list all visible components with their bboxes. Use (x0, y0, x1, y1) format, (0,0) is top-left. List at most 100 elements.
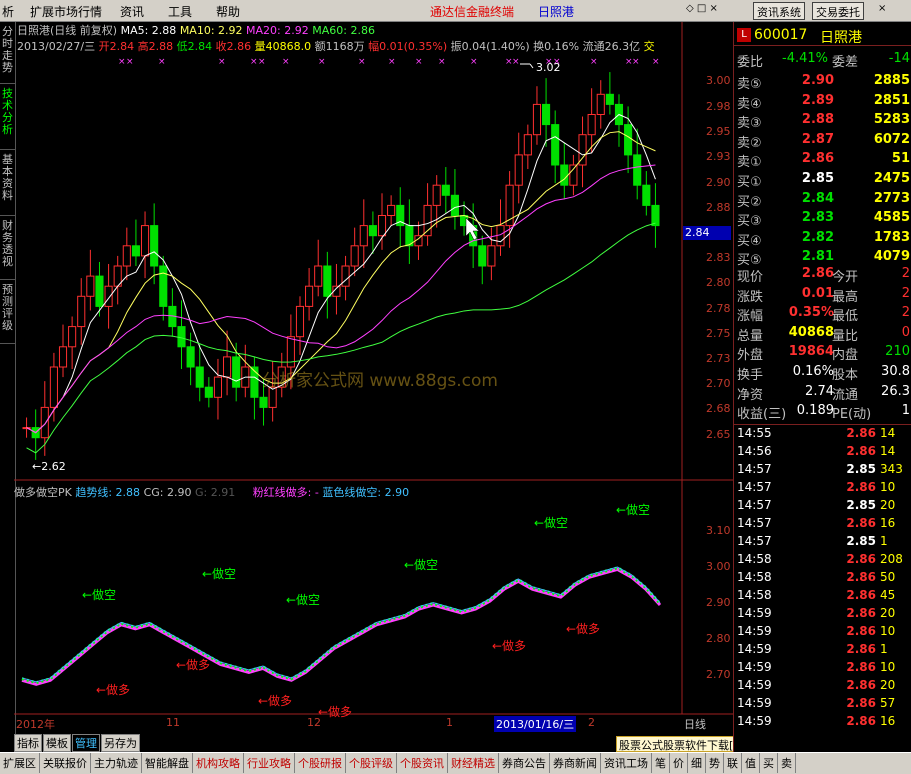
candle-body (441, 184, 450, 196)
marker-x: × (632, 57, 640, 67)
tab-manage[interactable]: 管理 (72, 734, 100, 752)
status-tab[interactable]: 值 (742, 753, 760, 773)
low-annotation: ←2.62 (32, 460, 66, 473)
candle-body (387, 204, 396, 216)
indicator-g: G: 2.91 (194, 486, 236, 499)
marker-x: × (258, 57, 266, 67)
quote-stat-row: 换手 0.16% 股本 30.8 (737, 364, 910, 383)
candle-body (104, 285, 113, 307)
marker-x: × (415, 57, 423, 67)
marker-x: × (470, 57, 478, 67)
weibi-row: 委比 -4.41% 委差 -14 (737, 51, 910, 70)
buy-level[interactable]: 买③ 2.83 4585 (734, 210, 911, 229)
status-tab[interactable]: 价 (670, 753, 688, 773)
buy-level[interactable]: 买④ 2.82 1783 (734, 230, 911, 249)
label-short: ←做空 (202, 566, 236, 581)
candle-body (58, 346, 68, 368)
sell-level[interactable]: 卖① 2.86 51 (734, 151, 911, 170)
current-price-tag: 2.84 (683, 226, 731, 240)
candle-body (40, 406, 49, 439)
candle-body (514, 154, 523, 186)
candle-body (232, 356, 241, 388)
status-tab[interactable]: 关联报价 (40, 753, 91, 773)
quote-code: 600017 (754, 27, 808, 43)
status-tab[interactable]: 个股评级 (346, 753, 397, 773)
candle-body (305, 285, 314, 307)
xaxis-cursor-date: 2013/01/16/三 (494, 716, 577, 732)
tick-row: 14:59 2.86 1 (737, 642, 888, 656)
tab-template[interactable]: 模板 (43, 734, 71, 752)
candle-body (131, 245, 140, 257)
candle-body (177, 326, 186, 348)
status-tab[interactable]: 主力轨迹 (91, 753, 142, 773)
status-tab[interactable]: 财经精选 (448, 753, 499, 773)
info-high: 高2.88 (137, 40, 174, 53)
candle-body (204, 386, 213, 398)
tick-row: 14:59 2.86 16 (737, 714, 896, 728)
level-icon: L (737, 28, 751, 42)
chart-title-row: 日照港(日线 前复权) MA5: 2.88 MA10: 2.92 MA20: 2… (17, 22, 375, 38)
candle-body (651, 204, 660, 227)
candle-body (368, 225, 377, 237)
price-axis-label: 2.90 (706, 176, 731, 189)
close-icon[interactable]: × (878, 3, 886, 14)
status-tab[interactable]: 卖 (778, 753, 796, 773)
candle-body (487, 245, 496, 267)
status-tab[interactable]: 行业攻略 (244, 753, 295, 773)
candle-body (341, 265, 350, 287)
price-axis-label: 2.75 (706, 327, 731, 340)
label-long: ←做多 (492, 638, 526, 653)
buy-level[interactable]: 买① 2.85 2475 (734, 171, 911, 190)
candle-body (122, 245, 131, 267)
status-tab[interactable]: 个股研报 (295, 753, 346, 773)
quote-stat-row: 外盘 19864 内盘 210 (737, 344, 910, 363)
status-tab[interactable]: 机构攻略 (193, 753, 244, 773)
price-axis-label: 2.65 (706, 428, 731, 441)
info-system-button[interactable]: 资讯系统 (753, 2, 805, 20)
quote-stat-row: 净资 2.74 流通 26.3 (737, 383, 910, 403)
tab-indicator[interactable]: 指标 (14, 734, 42, 752)
indicator-pink: 粉红线做多: (252, 486, 312, 499)
high-label: 3.02 (536, 61, 561, 74)
label-short: ←做空 (616, 502, 650, 517)
status-tab[interactable]: 券商新闻 (550, 753, 601, 773)
info-volume: 量40868.0 (254, 40, 312, 53)
info-low: 低2.84 (176, 40, 213, 53)
tab-save-as[interactable]: 另存为 (101, 734, 140, 752)
status-tab[interactable]: 扩展区 (0, 753, 40, 773)
candle-body (450, 194, 459, 217)
label-short: ←做空 (404, 557, 438, 572)
candle-body (223, 356, 232, 378)
candle-body (314, 265, 323, 287)
label-short: ←做空 (286, 592, 320, 607)
sell-level[interactable]: 卖③ 2.88 5283 (734, 112, 911, 131)
indicator-axis-label: 2.80 (706, 632, 731, 645)
date-axis: 2012年 11 12 1 2013/01/16/三 2 日线 (14, 716, 734, 732)
watermark: 分析家公式网 www.88gs.com (262, 371, 498, 391)
status-tab[interactable]: 资讯工场 (601, 753, 652, 773)
tick-row: 14:58 2.86 50 (737, 570, 896, 584)
status-tab[interactable]: 券商公告 (499, 753, 550, 773)
trade-order-button[interactable]: 交易委托 (812, 2, 864, 20)
sell-level[interactable]: 卖② 2.87 6072 (734, 132, 911, 151)
candle-body (523, 134, 532, 156)
sell-level[interactable]: 卖④ 2.89 2851 (734, 93, 911, 112)
status-tab[interactable]: 细 (688, 753, 706, 773)
status-tab[interactable]: 联 (724, 753, 742, 773)
indicator-axis-label: 3.10 (706, 524, 731, 537)
status-tab[interactable]: 买 (760, 753, 778, 773)
info-date: 2013/02/27/三 (17, 40, 96, 53)
buy-level[interactable]: 买② 2.84 2773 (734, 191, 911, 210)
tick-row: 14:55 2.86 14 (737, 426, 896, 440)
status-tab[interactable]: 个股资讯 (397, 753, 448, 773)
indicator-axis-label: 2.70 (706, 668, 731, 681)
status-tab[interactable]: 势 (706, 753, 724, 773)
status-tab[interactable]: 笔 (652, 753, 670, 773)
marker-x: × (358, 57, 366, 67)
status-tab[interactable]: 智能解盘 (142, 753, 193, 773)
candle-body (542, 103, 551, 126)
sell-level[interactable]: 卖⑤ 2.90 2885 (734, 73, 911, 92)
tick-row: 14:59 2.86 10 (737, 624, 896, 638)
label-short: ←做空 (534, 515, 568, 530)
quote-stat-row: 涨跌 0.01 最高 2 (737, 285, 910, 305)
